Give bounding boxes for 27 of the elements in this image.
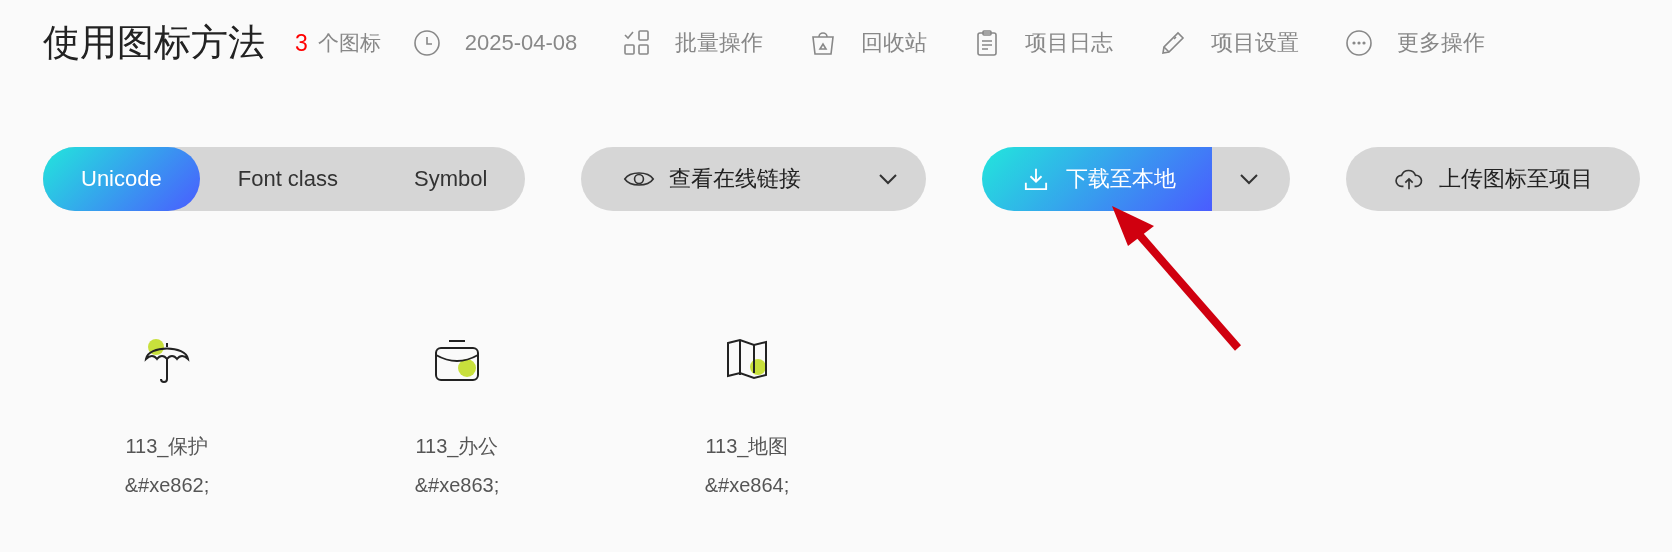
- upload-button[interactable]: 上传图标至项目: [1346, 147, 1641, 211]
- mode-tab[interactable]: Symbol: [376, 147, 526, 211]
- toolbar-link[interactable]: 项目日志: [1025, 28, 1114, 58]
- toolbar-link[interactable]: 更多操作: [1397, 28, 1486, 58]
- view-link-button[interactable]: 查看在线链接: [581, 147, 927, 211]
- chevron-down-icon: [878, 173, 899, 185]
- icon-name: 113_地图: [705, 434, 789, 460]
- clock-icon: [412, 29, 441, 57]
- toolbar-link[interactable]: 项目设置: [1211, 28, 1300, 58]
- grid-icon[interactable]: [623, 29, 652, 57]
- toolbar-link[interactable]: 回收站: [861, 28, 928, 58]
- icon-code: &#xe864;: [704, 474, 790, 497]
- mode-tab[interactable]: Unicode: [43, 147, 200, 211]
- icon-code: &#xe863;: [414, 474, 500, 497]
- icon-count: 3: [295, 29, 308, 57]
- download-button[interactable]: 下载至本地: [982, 147, 1213, 211]
- icon-code: &#xe862;: [124, 474, 210, 497]
- chevron-down-icon: [1239, 173, 1260, 185]
- icon-name: 113_办公: [415, 434, 499, 460]
- toolbar-link[interactable]: 批量操作: [675, 28, 764, 58]
- icon-name: 113_保护: [125, 434, 209, 460]
- more-icon[interactable]: [1345, 29, 1374, 57]
- page-title: 使用图标方法: [43, 21, 265, 65]
- date-label: 2025-04-08: [464, 30, 578, 56]
- mode-tab[interactable]: Font class: [199, 147, 376, 211]
- view-link-label: 查看在线链接: [669, 165, 802, 193]
- icon-count-label: 个图标: [317, 30, 381, 56]
